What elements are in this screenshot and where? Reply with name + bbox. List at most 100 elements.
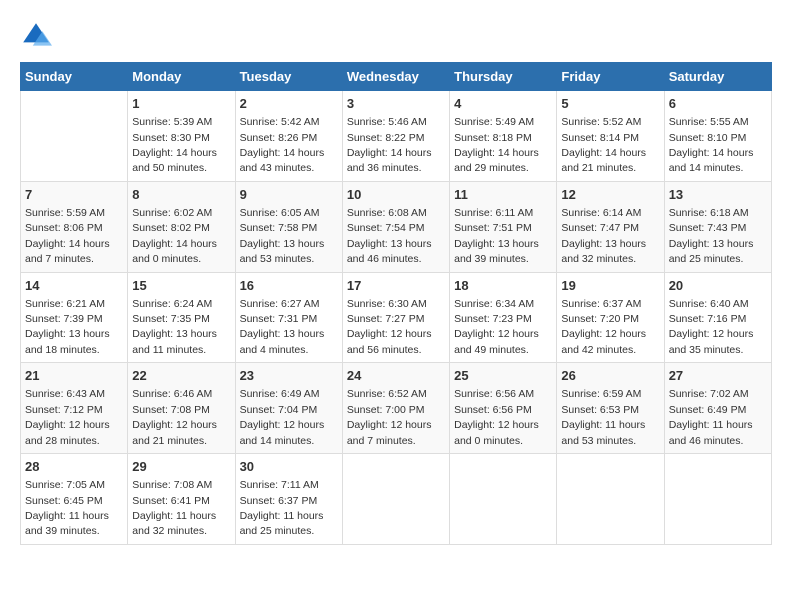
calendar-cell — [557, 454, 664, 545]
header-saturday: Saturday — [664, 63, 771, 91]
day-info: Sunrise: 5:39 AM Sunset: 8:30 PM Dayligh… — [132, 116, 217, 174]
day-info: Sunrise: 5:46 AM Sunset: 8:22 PM Dayligh… — [347, 116, 432, 174]
day-number: 2 — [240, 95, 338, 113]
calendar-cell: 24 Sunrise: 6:52 AM Sunset: 7:00 PM Dayli… — [342, 363, 449, 454]
day-info: Sunrise: 6:18 AM Sunset: 7:43 PM Dayligh… — [669, 207, 754, 265]
day-number: 1 — [132, 95, 230, 113]
day-number: 8 — [132, 186, 230, 204]
calendar-cell: 25 Sunrise: 6:56 AM Sunset: 6:56 PM Dayli… — [450, 363, 557, 454]
header-thursday: Thursday — [450, 63, 557, 91]
calendar-cell: 23 Sunrise: 6:49 AM Sunset: 7:04 PM Dayli… — [235, 363, 342, 454]
calendar-cell: 3 Sunrise: 5:46 AM Sunset: 8:22 PM Daylig… — [342, 91, 449, 182]
header-friday: Friday — [557, 63, 664, 91]
day-number: 23 — [240, 367, 338, 385]
day-number: 24 — [347, 367, 445, 385]
calendar-week-row: 1 Sunrise: 5:39 AM Sunset: 8:30 PM Daylig… — [21, 91, 772, 182]
day-info: Sunrise: 6:30 AM Sunset: 7:27 PM Dayligh… — [347, 298, 432, 356]
day-info: Sunrise: 7:11 AM Sunset: 6:37 PM Dayligh… — [240, 479, 324, 537]
day-info: Sunrise: 6:24 AM Sunset: 7:35 PM Dayligh… — [132, 298, 217, 356]
calendar-cell — [342, 454, 449, 545]
day-info: Sunrise: 6:14 AM Sunset: 7:47 PM Dayligh… — [561, 207, 646, 265]
day-info: Sunrise: 6:02 AM Sunset: 8:02 PM Dayligh… — [132, 207, 217, 265]
calendar-cell: 17 Sunrise: 6:30 AM Sunset: 7:27 PM Dayli… — [342, 272, 449, 363]
calendar-week-row: 28 Sunrise: 7:05 AM Sunset: 6:45 PM Dayli… — [21, 454, 772, 545]
calendar-cell: 30 Sunrise: 7:11 AM Sunset: 6:37 PM Dayli… — [235, 454, 342, 545]
calendar-cell: 22 Sunrise: 6:46 AM Sunset: 7:08 PM Dayli… — [128, 363, 235, 454]
day-info: Sunrise: 6:43 AM Sunset: 7:12 PM Dayligh… — [25, 388, 110, 446]
day-info: Sunrise: 6:49 AM Sunset: 7:04 PM Dayligh… — [240, 388, 325, 446]
calendar-cell: 7 Sunrise: 5:59 AM Sunset: 8:06 PM Daylig… — [21, 181, 128, 272]
calendar-cell: 15 Sunrise: 6:24 AM Sunset: 7:35 PM Dayli… — [128, 272, 235, 363]
calendar-cell: 20Sunrise: 6:40 AM Sunset: 7:16 PM Dayli… — [664, 272, 771, 363]
day-number: 27 — [669, 367, 767, 385]
day-info: Sunrise: 7:08 AM Sunset: 6:41 PM Dayligh… — [132, 479, 216, 537]
day-info: Sunrise: 6:46 AM Sunset: 7:08 PM Dayligh… — [132, 388, 217, 446]
logo — [20, 20, 56, 52]
day-number: 5 — [561, 95, 659, 113]
calendar-table: SundayMondayTuesdayWednesdayThursdayFrid… — [20, 62, 772, 545]
day-number: 17 — [347, 277, 445, 295]
day-info: Sunrise: 7:05 AM Sunset: 6:45 PM Dayligh… — [25, 479, 109, 537]
day-number: 14 — [25, 277, 123, 295]
page-header — [20, 20, 772, 52]
calendar-cell — [21, 91, 128, 182]
day-info: Sunrise: 5:49 AM Sunset: 8:18 PM Dayligh… — [454, 116, 539, 174]
calendar-cell: 10 Sunrise: 6:08 AM Sunset: 7:54 PM Dayli… — [342, 181, 449, 272]
calendar-week-row: 21Sunrise: 6:43 AM Sunset: 7:12 PM Dayli… — [21, 363, 772, 454]
calendar-cell: 2 Sunrise: 5:42 AM Sunset: 8:26 PM Daylig… — [235, 91, 342, 182]
calendar-cell: 16 Sunrise: 6:27 AM Sunset: 7:31 PM Dayli… — [235, 272, 342, 363]
day-number: 10 — [347, 186, 445, 204]
day-info: Sunrise: 5:52 AM Sunset: 8:14 PM Dayligh… — [561, 116, 646, 174]
day-number: 18 — [454, 277, 552, 295]
calendar-cell: 11 Sunrise: 6:11 AM Sunset: 7:51 PM Dayli… — [450, 181, 557, 272]
calendar-cell: 12 Sunrise: 6:14 AM Sunset: 7:47 PM Dayli… — [557, 181, 664, 272]
calendar-cell: 27 Sunrise: 7:02 AM Sunset: 6:49 PM Dayli… — [664, 363, 771, 454]
calendar-cell: 26Sunrise: 6:59 AM Sunset: 6:53 PM Dayli… — [557, 363, 664, 454]
calendar-cell: 14 Sunrise: 6:21 AM Sunset: 7:39 PM Dayli… — [21, 272, 128, 363]
calendar-cell: 28 Sunrise: 7:05 AM Sunset: 6:45 PM Dayli… — [21, 454, 128, 545]
day-info: Sunrise: 6:08 AM Sunset: 7:54 PM Dayligh… — [347, 207, 432, 265]
header-sunday: Sunday — [21, 63, 128, 91]
day-info: Sunrise: 6:05 AM Sunset: 7:58 PM Dayligh… — [240, 207, 325, 265]
day-info: Sunrise: 6:56 AM Sunset: 6:56 PM Dayligh… — [454, 388, 539, 446]
day-info: Sunrise: 6:52 AM Sunset: 7:00 PM Dayligh… — [347, 388, 432, 446]
day-number: 12 — [561, 186, 659, 204]
day-number: 15 — [132, 277, 230, 295]
day-info: Sunrise: 6:34 AM Sunset: 7:23 PM Dayligh… — [454, 298, 539, 356]
header-wednesday: Wednesday — [342, 63, 449, 91]
day-number: 7 — [25, 186, 123, 204]
day-number: 22 — [132, 367, 230, 385]
day-number: 19 — [561, 277, 659, 295]
calendar-week-row: 7 Sunrise: 5:59 AM Sunset: 8:06 PM Daylig… — [21, 181, 772, 272]
calendar-header-row: SundayMondayTuesdayWednesdayThursdayFrid… — [21, 63, 772, 91]
day-info: Sunrise: 6:21 AM Sunset: 7:39 PM Dayligh… — [25, 298, 110, 356]
day-number: 30 — [240, 458, 338, 476]
header-monday: Monday — [128, 63, 235, 91]
day-info: Sunrise: 5:55 AM Sunset: 8:10 PM Dayligh… — [669, 116, 754, 174]
day-number: 16 — [240, 277, 338, 295]
calendar-cell — [664, 454, 771, 545]
day-info: Sunrise: 6:27 AM Sunset: 7:31 PM Dayligh… — [240, 298, 325, 356]
day-number: 13 — [669, 186, 767, 204]
calendar-cell: 6 Sunrise: 5:55 AM Sunset: 8:10 PM Daylig… — [664, 91, 771, 182]
day-number: 6 — [669, 95, 767, 113]
day-info: Sunrise: 6:11 AM Sunset: 7:51 PM Dayligh… — [454, 207, 539, 265]
calendar-cell: 8 Sunrise: 6:02 AM Sunset: 8:02 PM Daylig… — [128, 181, 235, 272]
day-info: Sunrise: 6:37 AM Sunset: 7:20 PM Dayligh… — [561, 298, 646, 356]
day-info: Sunrise: 7:02 AM Sunset: 6:49 PM Dayligh… — [669, 388, 753, 446]
calendar-cell: 18 Sunrise: 6:34 AM Sunset: 7:23 PM Dayli… — [450, 272, 557, 363]
day-info: Sunrise: 5:59 AM Sunset: 8:06 PM Dayligh… — [25, 207, 110, 265]
calendar-cell — [450, 454, 557, 545]
day-number: 20 — [669, 277, 767, 295]
calendar-cell: 9Sunrise: 6:05 AM Sunset: 7:58 PM Daylig… — [235, 181, 342, 272]
day-info: Sunrise: 5:42 AM Sunset: 8:26 PM Dayligh… — [240, 116, 325, 174]
day-number: 25 — [454, 367, 552, 385]
calendar-week-row: 14 Sunrise: 6:21 AM Sunset: 7:39 PM Dayli… — [21, 272, 772, 363]
day-number: 3 — [347, 95, 445, 113]
day-number: 4 — [454, 95, 552, 113]
day-number: 11 — [454, 186, 552, 204]
calendar-cell: 4 Sunrise: 5:49 AM Sunset: 8:18 PM Daylig… — [450, 91, 557, 182]
day-number: 28 — [25, 458, 123, 476]
day-number: 26 — [561, 367, 659, 385]
header-tuesday: Tuesday — [235, 63, 342, 91]
